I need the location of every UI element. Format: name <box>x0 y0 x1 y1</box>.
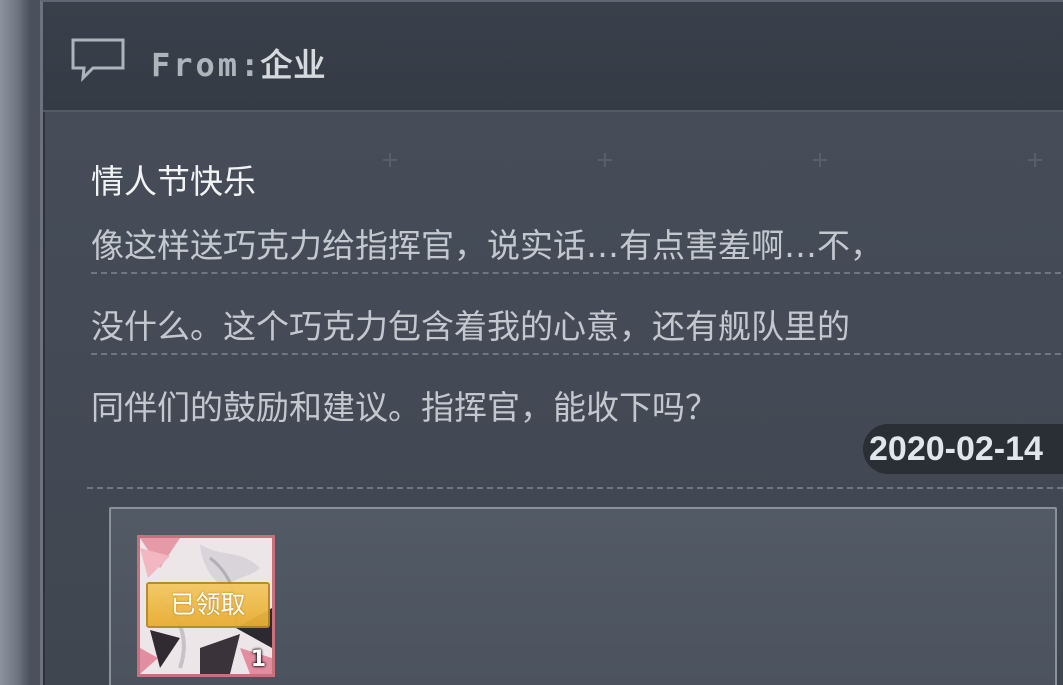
mail-title: 情人节快乐 <box>91 162 256 201</box>
mail-header: From:企业 <box>43 2 1063 112</box>
mail-panel: From:企业 情人节快乐 像这样送巧克力给指挥官，说实话…有点害羞啊…不， 没… <box>40 0 1063 685</box>
from-prefix: From: <box>151 46 263 84</box>
attachment-divider <box>87 487 1063 489</box>
mail-date-badge: 2020-02-14 <box>863 424 1063 474</box>
chat-bubble-icon <box>71 38 125 82</box>
sender-line: From:企业 <box>151 40 326 86</box>
mail-screen: From:企业 情人节快乐 像这样送巧克力给指挥官，说实话…有点害羞啊…不， 没… <box>0 0 1063 685</box>
sender-name: 企业 <box>260 46 327 84</box>
item-count: 1 <box>250 647 266 672</box>
mail-body-line: 没什么。这个巧克力包含着我的心意，还有舰队里的 <box>91 301 1063 355</box>
attachment-box: 已领取 1 <box>109 507 1057 685</box>
attachment-item[interactable]: 已领取 1 <box>137 535 275 677</box>
claimed-status-badge: 已领取 <box>146 582 270 628</box>
mail-body-line: 像这样送巧克力给指挥官，说实话…有点害羞啊…不， <box>91 220 1063 274</box>
